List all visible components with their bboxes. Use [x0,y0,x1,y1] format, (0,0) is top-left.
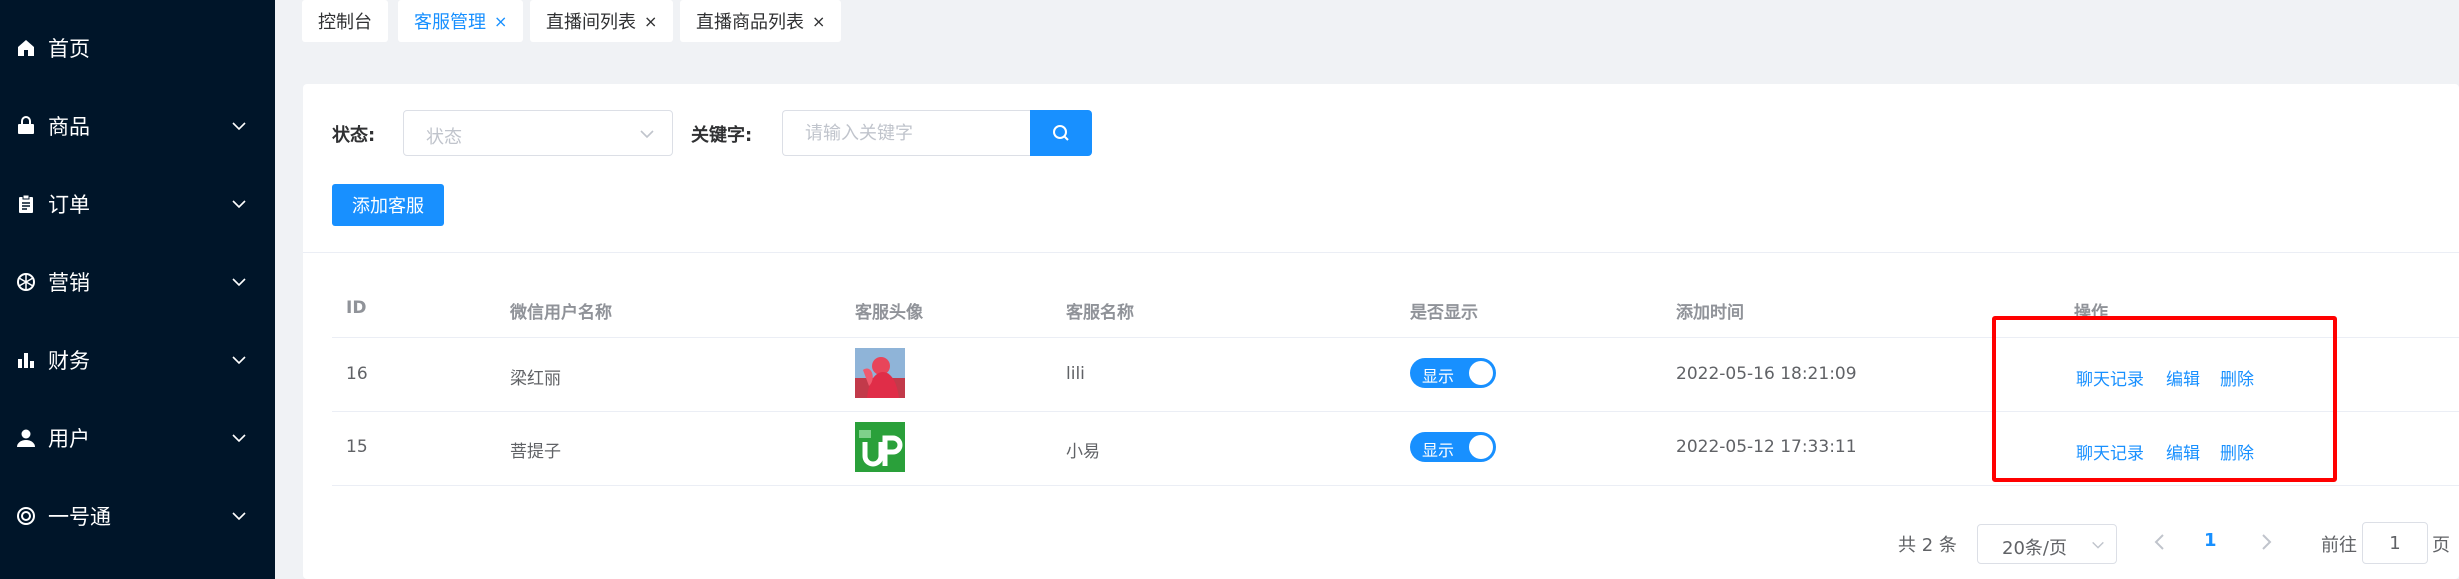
page-number[interactable]: 1 [2204,530,2217,551]
column-header-name: 客服名称 [1066,303,1134,323]
chevron-down-icon [232,356,246,365]
sidebar-item-label: 营销 [48,271,90,295]
goto-page-input[interactable] [2362,522,2428,564]
tab-label: 客服管理 [414,12,486,33]
red-figure-avatar[interactable] [855,348,905,398]
sidebar-item-products[interactable]: 商品 [0,87,275,165]
delete-link[interactable]: 删除 [2220,365,2254,390]
search-button[interactable] [1030,110,1092,156]
keyword-input[interactable] [782,110,1030,156]
cell-wechat-name: 菩提子 [510,442,561,462]
aperture-icon [15,271,37,293]
toggle-label: 显示 [1422,367,1455,386]
home-icon [15,37,37,59]
cell-name: lili [1066,364,1085,384]
cell-added-time: 2022-05-12 17:33:11 [1676,437,1857,457]
user-icon [15,427,37,449]
edit-link[interactable]: 编辑 [2166,365,2200,390]
clipboard-icon [15,193,37,215]
column-header-avatar: 客服头像 [855,303,923,323]
status-placeholder: 状态 [426,127,462,148]
sidebar-item-home[interactable]: 首页 [0,9,275,87]
sidebar-item-marketing[interactable]: 营销 [0,243,275,321]
edit-link[interactable]: 编辑 [2166,439,2200,464]
tab-label: 直播商品列表 [696,12,804,33]
chevron-down-icon [232,278,246,287]
sidebar-item-label: 用户 [48,427,90,451]
page-size-select[interactable]: 20条/页 [1977,524,2117,564]
cell-id: 15 [346,437,368,457]
cell-added-time: 2022-05-16 18:21:09 [1676,364,1857,384]
sidebar-item-users[interactable]: 用户 [0,399,275,477]
close-icon[interactable]: × [644,12,657,31]
toggle-knob [1469,361,1493,385]
bar-chart-icon [15,349,37,371]
sidebar-item-orders[interactable]: 订单 [0,165,275,243]
column-header-wechat-name: 微信用户名称 [510,303,612,323]
column-header-actions: 操作 [2074,303,2108,323]
sidebar-item-label: 订单 [48,193,90,217]
delete-link[interactable]: 删除 [2220,439,2254,464]
pagination-total: 共 2 条 [1898,535,1957,556]
tab-dashboard[interactable]: 控制台 [302,0,388,42]
divider [303,252,2459,253]
green-up-logo-avatar[interactable] [855,422,905,472]
tab-label: 直播间列表 [546,12,636,33]
next-page-icon[interactable] [2254,530,2278,554]
tabs-bar: 控制台 客服管理 × 直播间列表 × 直播商品列表 × [275,0,2459,56]
status-label: 状态: [332,125,376,146]
chevron-down-icon [640,130,654,139]
tab-live-products[interactable]: 直播商品列表 × [680,0,842,42]
chevron-down-icon [232,434,246,443]
content-card [303,84,2459,579]
search-icon [1053,125,1069,141]
tab-customer-service[interactable]: 客服管理 × [398,0,524,42]
chevron-down-icon [232,200,246,209]
sidebar-item-label: 一号通 [48,505,111,529]
status-select[interactable]: 状态 [403,110,673,156]
goto-label: 前往 [2321,535,2357,556]
tab-label: 控制台 [318,12,372,33]
sidebar-item-label: 商品 [48,115,90,139]
cell-wechat-name: 梁红丽 [510,369,561,389]
tab-live-rooms[interactable]: 直播间列表 × [530,0,674,42]
sidebar: 首页 商品 订单 营销 财务 用户 一号通 [0,0,275,579]
show-toggle[interactable]: 显示 [1410,358,1496,388]
page-suffix: 页 [2432,535,2450,556]
row-divider [332,485,2459,486]
row-divider [332,411,2459,412]
chat-history-link[interactable]: 聊天记录 [2076,439,2144,464]
column-header-added-time: 添加时间 [1676,303,1744,323]
toggle-label: 显示 [1422,441,1455,460]
cell-id: 16 [346,364,368,384]
lifebuoy-icon [15,505,37,527]
sidebar-item-label: 财务 [48,349,90,373]
table-header-line [332,337,2459,338]
page-size-value: 20条/页 [2002,538,2067,559]
column-header-show: 是否显示 [1410,303,1478,323]
chevron-down-icon [232,122,246,131]
chevron-down-icon [232,512,246,521]
column-header-id: ID [346,298,367,318]
add-customer-service-button[interactable]: 添加客服 [332,184,444,226]
sidebar-item-finance[interactable]: 财务 [0,321,275,399]
toggle-knob [1469,435,1493,459]
chat-history-link[interactable]: 聊天记录 [2076,365,2144,390]
shopping-bag-icon [15,115,37,137]
show-toggle[interactable]: 显示 [1410,432,1496,462]
sidebar-item-yihaotong[interactable]: 一号通 [0,477,275,555]
chevron-down-icon [2092,541,2104,549]
close-icon[interactable]: × [494,12,507,31]
cell-name: 小易 [1066,442,1100,462]
close-icon[interactable]: × [812,12,825,31]
keyword-label: 关键字: [691,125,753,146]
sidebar-item-label: 首页 [48,37,90,61]
prev-page-icon[interactable] [2148,530,2172,554]
